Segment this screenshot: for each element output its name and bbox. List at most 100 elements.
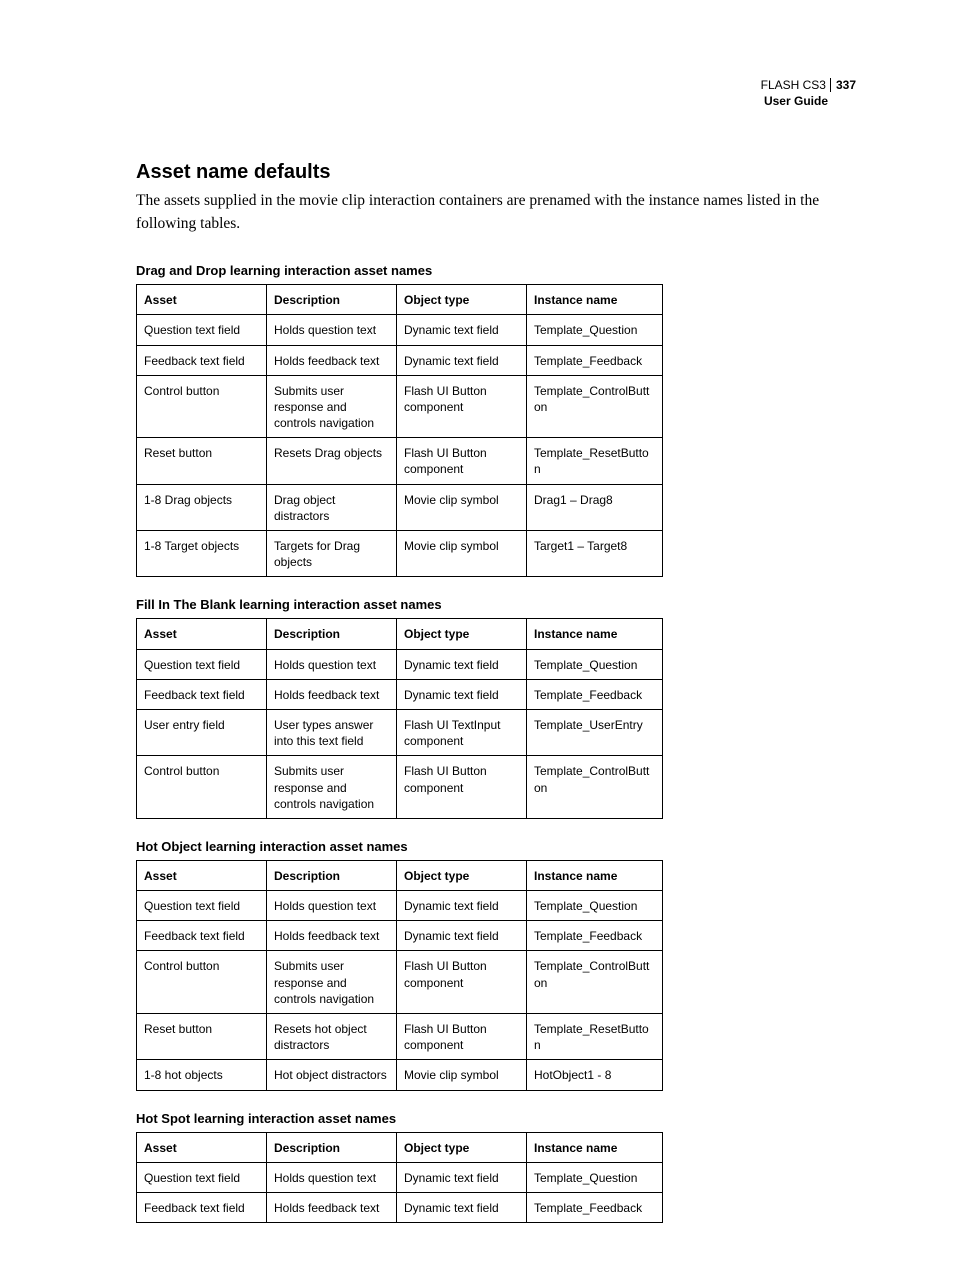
table-row: Feedback text fieldHolds feedback textDy… [137, 1192, 663, 1222]
page-header: FLASH CS3337 User Guide [136, 78, 856, 109]
table-title: Hot Spot learning interaction asset name… [136, 1111, 856, 1126]
table-cell: Question text field [137, 649, 267, 679]
table-row: 1-8 Target objectsTargets for Drag objec… [137, 531, 663, 577]
table-cell: Question text field [137, 1162, 267, 1192]
table-cell: 1-8 Target objects [137, 531, 267, 577]
table-header-cell: Description [267, 285, 397, 315]
table-cell: Dynamic text field [397, 891, 527, 921]
table-cell: Control button [137, 951, 267, 1014]
table-cell: Holds question text [267, 891, 397, 921]
table-header-cell: Object type [397, 285, 527, 315]
asset-table: AssetDescriptionObject typeInstance name… [136, 284, 663, 577]
table-row: Question text fieldHolds question textDy… [137, 891, 663, 921]
table-row: Question text fieldHolds question textDy… [137, 315, 663, 345]
table-header-cell: Instance name [527, 1132, 663, 1162]
page-number: 337 [830, 78, 856, 92]
tables-container: Drag and Drop learning interaction asset… [136, 263, 856, 1223]
table-header-cell: Asset [137, 1132, 267, 1162]
table-row: Reset buttonResets Drag objectsFlash UI … [137, 438, 663, 484]
table-title: Drag and Drop learning interaction asset… [136, 263, 856, 278]
table-cell: Template_Feedback [527, 1192, 663, 1222]
table-cell: HotObject1 - 8 [527, 1060, 663, 1090]
table-header-cell: Instance name [527, 285, 663, 315]
table-row: Control buttonSubmits user response and … [137, 756, 663, 819]
table-cell: Dynamic text field [397, 315, 527, 345]
table-cell: Holds question text [267, 649, 397, 679]
table-cell: Flash UI TextInput component [397, 709, 527, 755]
table-cell: 1-8 Drag objects [137, 484, 267, 530]
table-cell: Dynamic text field [397, 1162, 527, 1192]
table-cell: Holds feedback text [267, 679, 397, 709]
table-cell: User entry field [137, 709, 267, 755]
table-cell: Flash UI Button component [397, 438, 527, 484]
table-row: Feedback text fieldHolds feedback textDy… [137, 345, 663, 375]
table-cell: Feedback text field [137, 345, 267, 375]
table-cell: Reset button [137, 1014, 267, 1060]
table-row: Control buttonSubmits user response and … [137, 375, 663, 438]
table-cell: Target1 – Target8 [527, 531, 663, 577]
table-row: Control buttonSubmits user response and … [137, 951, 663, 1014]
table-cell: Movie clip symbol [397, 484, 527, 530]
table-cell: Holds question text [267, 315, 397, 345]
table-header-cell: Asset [137, 285, 267, 315]
table-cell: Drag object distractors [267, 484, 397, 530]
table-header-cell: Object type [397, 1132, 527, 1162]
table-cell: Dynamic text field [397, 649, 527, 679]
table-cell: Holds question text [267, 1162, 397, 1192]
table-cell: Feedback text field [137, 921, 267, 951]
table-cell: Holds feedback text [267, 921, 397, 951]
table-header-row: AssetDescriptionObject typeInstance name [137, 1132, 663, 1162]
table-cell: Holds feedback text [267, 345, 397, 375]
table-row: Question text fieldHolds question textDy… [137, 1162, 663, 1192]
table-row: Feedback text fieldHolds feedback textDy… [137, 679, 663, 709]
section-intro: The assets supplied in the movie clip in… [136, 190, 856, 235]
table-cell: Dynamic text field [397, 921, 527, 951]
table-cell: Movie clip symbol [397, 531, 527, 577]
table-row: Reset buttonResets hot object distractor… [137, 1014, 663, 1060]
table-cell: Flash UI Button component [397, 951, 527, 1014]
table-cell: Dynamic text field [397, 679, 527, 709]
table-cell: Template_Question [527, 649, 663, 679]
table-cell: Reset button [137, 438, 267, 484]
table-cell: Template_Feedback [527, 921, 663, 951]
table-row: Question text fieldHolds question textDy… [137, 649, 663, 679]
table-cell: Flash UI Button component [397, 1014, 527, 1060]
table-header-row: AssetDescriptionObject typeInstance name [137, 860, 663, 890]
table-cell: User types answer into this text field [267, 709, 397, 755]
table-cell: Drag1 – Drag8 [527, 484, 663, 530]
table-cell: Flash UI Button component [397, 756, 527, 819]
asset-table: AssetDescriptionObject typeInstance name… [136, 618, 663, 819]
table-cell: Dynamic text field [397, 345, 527, 375]
table-row: Feedback text fieldHolds feedback textDy… [137, 921, 663, 951]
table-cell: Template_ControlButton [527, 951, 663, 1014]
table-cell: Template_Feedback [527, 345, 663, 375]
table-row: User entry fieldUser types answer into t… [137, 709, 663, 755]
table-header-cell: Asset [137, 619, 267, 649]
table-header-cell: Instance name [527, 619, 663, 649]
table-cell: Submits user response and controls navig… [267, 375, 397, 438]
table-title: Fill In The Blank learning interaction a… [136, 597, 856, 612]
table-cell: Control button [137, 375, 267, 438]
table-cell: Movie clip symbol [397, 1060, 527, 1090]
table-row: 1-8 Drag objectsDrag object distractorsM… [137, 484, 663, 530]
table-cell: Submits user response and controls navig… [267, 756, 397, 819]
table-cell: Feedback text field [137, 1192, 267, 1222]
table-cell: Control button [137, 756, 267, 819]
table-cell: 1-8 hot objects [137, 1060, 267, 1090]
asset-table: AssetDescriptionObject typeInstance name… [136, 860, 663, 1091]
asset-table: AssetDescriptionObject typeInstance name… [136, 1132, 663, 1224]
table-header-cell: Object type [397, 619, 527, 649]
table-header-cell: Instance name [527, 860, 663, 890]
table-header-cell: Description [267, 860, 397, 890]
table-cell: Hot object distractors [267, 1060, 397, 1090]
table-cell: Template_ControlButton [527, 756, 663, 819]
table-cell: Question text field [137, 891, 267, 921]
product-name: FLASH CS3 [761, 78, 826, 94]
table-header-row: AssetDescriptionObject typeInstance name [137, 285, 663, 315]
table-cell: Template_ResetButton [527, 438, 663, 484]
table-title: Hot Object learning interaction asset na… [136, 839, 856, 854]
table-cell: Template_Feedback [527, 679, 663, 709]
table-header-row: AssetDescriptionObject typeInstance name [137, 619, 663, 649]
table-cell: Template_Question [527, 1162, 663, 1192]
page: FLASH CS3337 User Guide Asset name defau… [0, 0, 954, 1283]
